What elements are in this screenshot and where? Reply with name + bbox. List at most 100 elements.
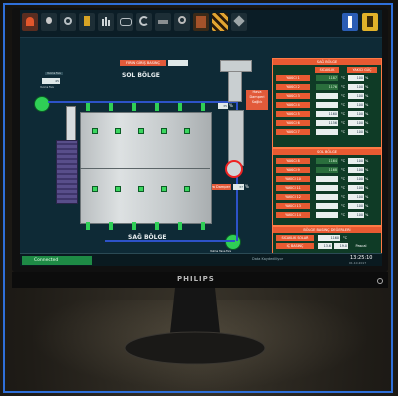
burner-power: 100 [348, 167, 364, 173]
burner-label[interactable]: YAKICI 3 [276, 93, 310, 99]
burner-power-unit: % [365, 130, 369, 134]
refresh-icon[interactable] [136, 13, 152, 31]
right-zone-panel-title: SAĞ BÖLGE [273, 59, 381, 65]
damper-fan-icon[interactable] [225, 160, 243, 178]
mid-value: 35 [218, 103, 228, 109]
burner-temperature [316, 129, 338, 135]
fuel-icon[interactable] [79, 13, 95, 31]
burner-temperature [316, 185, 338, 191]
pressure-row-2-value2: 19.0 [334, 243, 348, 249]
stripes-icon[interactable] [212, 13, 228, 31]
burner-label[interactable]: YAKICI 9 [276, 167, 310, 173]
burner-label[interactable]: YAKICI 14 [276, 212, 310, 218]
burner-status-4[interactable] [161, 128, 167, 134]
burner-status-9[interactable] [161, 186, 167, 192]
burner-temperature [316, 194, 338, 200]
burner-icon[interactable] [155, 13, 171, 31]
burner-power: 100 [348, 129, 364, 135]
burner-valves-top [86, 103, 210, 111]
left-zone-title: SOL BÖLGE [122, 72, 160, 79]
burner-status-5[interactable] [184, 128, 190, 134]
burner-power-unit: % [365, 121, 369, 125]
burner-power: 100 [348, 84, 364, 90]
burner-status-10[interactable] [184, 186, 190, 192]
burner-temperature: 1168 [316, 167, 338, 173]
right-zone-panel: SAĞ BÖLGE SICAKLIK YAKICI GÜÇ YAKICI 1 11… [272, 58, 382, 148]
burner-status-6[interactable] [92, 186, 98, 192]
burner-label[interactable]: YAKICI 10 [276, 176, 310, 182]
burner-temperature [316, 93, 338, 99]
burner-power-unit: % [365, 177, 369, 181]
burner-power-unit: % [365, 94, 369, 98]
burner-status-3[interactable] [138, 128, 144, 134]
furnace-pressure-button[interactable]: FIRIN GİRİŞ BASINÇ [120, 60, 166, 66]
hmi-screen: FIRIN GİRİŞ BASINÇ SOL BÖLGE Yanma Fanı … [20, 10, 382, 266]
monitor-stand [124, 288, 266, 365]
burner-label[interactable]: YAKICI 12 [276, 194, 310, 200]
burner-label[interactable]: YAKICI 5 [276, 111, 310, 117]
burner-row: YAKICI 8 1164 °C 100% [276, 158, 376, 165]
burner-temperature [316, 212, 338, 218]
info-icon[interactable] [342, 13, 358, 31]
air-damper-health-button[interactable]: Hava Damperi Sağlık [246, 90, 268, 110]
pressure-panel-title: BÖLGE BASINÇ DEĞERLERİ [273, 227, 381, 233]
burner-temperature-unit: °C [340, 112, 346, 116]
tools-icon[interactable] [231, 13, 247, 31]
burner-row: YAKICI 14 °C 100% [276, 212, 376, 219]
burner-status-1[interactable] [92, 128, 98, 134]
pressure-row-2-value: 13.6 [318, 243, 332, 249]
alarm-icon[interactable] [22, 13, 38, 31]
burner-temperature-unit: °C [340, 85, 346, 89]
power-button[interactable] [377, 278, 383, 284]
burner-status-7[interactable] [115, 186, 121, 192]
burner-temperature: 1164 [316, 158, 338, 164]
bottom-fan-icon[interactable] [225, 234, 241, 250]
photo-frame: FIRIN GİRİŞ BASINÇ SOL BÖLGE Yanma Fanı … [0, 0, 398, 396]
burner-label[interactable]: YAKICI 13 [276, 203, 310, 209]
settings-icon[interactable] [117, 13, 133, 31]
burner-label[interactable]: YAKICI 11 [276, 185, 310, 191]
burner-status-2[interactable] [115, 128, 121, 134]
burner-temperature: 1156 [316, 120, 338, 126]
connection-status[interactable]: Connected [22, 256, 92, 265]
left-zone-panel-title: SOL BÖLGE [273, 149, 381, 155]
furnace-inlet-brick [56, 140, 78, 204]
bottom-air-pipe [105, 240, 235, 242]
fan-label-left-2: Yanma Fanı [40, 86, 55, 89]
burner-label[interactable]: YAKICI 6 [276, 120, 310, 126]
burner-power: 100 [348, 194, 364, 200]
gear-icon[interactable] [60, 13, 76, 31]
lamp-icon[interactable] [41, 13, 57, 31]
exit-icon[interactable] [362, 13, 378, 31]
burner-label[interactable]: YAKICI 8 [276, 158, 310, 164]
pump-icon[interactable] [193, 13, 209, 31]
burner-temperature-unit: °C [340, 213, 346, 217]
burner-power-unit: % [365, 204, 369, 208]
burner-label[interactable]: YAKICI 4 [276, 102, 310, 108]
fan-label-left: Yanma Fanı [45, 72, 64, 75]
left-fan-icon[interactable] [34, 96, 50, 112]
burner-temperature-unit: °C [340, 94, 346, 98]
burner-label[interactable]: YAKICI 7 [276, 129, 310, 135]
burner-status-8[interactable] [138, 186, 144, 192]
col-power-header: YAKICI GÜÇ [347, 67, 377, 73]
burner-temperature-unit: °C [340, 121, 346, 125]
furnace-pressure-value [168, 60, 188, 66]
bars-icon[interactable] [98, 13, 114, 31]
pressure-panel: BÖLGE BASINÇ DEĞERLERİ SICAKLIK SOLAR 11… [272, 226, 382, 254]
monitor-brand: PHILIPS [177, 275, 215, 283]
burner-label[interactable]: YAKICI 1 [276, 75, 310, 81]
burner-power-unit: % [365, 85, 369, 89]
mid-unit: % [229, 103, 233, 108]
burner-button-line3: Sağlık [251, 100, 263, 104]
burner-temperature-unit: °C [340, 159, 346, 163]
pressure-row-1-label: SICAKLIK SOLAR [276, 235, 314, 241]
burner-row: YAKICI 11 °C 100% [276, 185, 376, 192]
fan-icon[interactable] [174, 13, 190, 31]
burner-label[interactable]: YAKICI 2 [276, 84, 310, 90]
pressure-row-1-unit: °C [342, 236, 348, 240]
burner-power: 100 [348, 93, 364, 99]
monitor-chin: PHILIPS [12, 272, 388, 288]
burner-temperature-unit: °C [340, 195, 346, 199]
burner-row: YAKICI 1 1187 °C 100% [276, 75, 376, 82]
